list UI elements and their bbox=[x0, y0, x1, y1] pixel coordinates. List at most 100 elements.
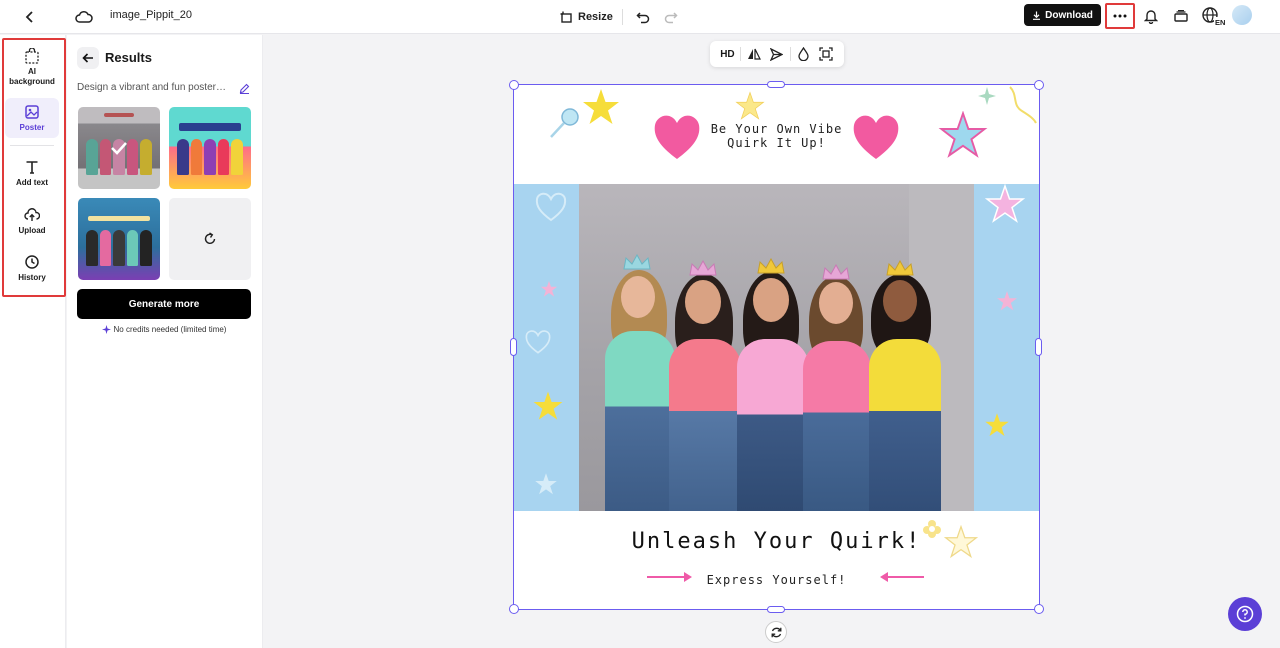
heart-outline-icon bbox=[525, 330, 551, 354]
heart-outline-icon bbox=[535, 192, 567, 222]
thumb-decoration bbox=[88, 216, 150, 221]
person-face bbox=[883, 280, 917, 322]
globe-icon: EN bbox=[1202, 7, 1227, 26]
person-body bbox=[869, 339, 941, 511]
panel-back-button[interactable] bbox=[77, 47, 99, 69]
results-panel: Results Design a vibrant and fun poster … bbox=[67, 35, 263, 648]
rail-item-label: AI background bbox=[9, 66, 55, 86]
sparkle-icon bbox=[101, 325, 111, 334]
resize-handle-top-right[interactable] bbox=[1034, 80, 1044, 90]
resize-handle-bottom-right[interactable] bbox=[1034, 604, 1044, 614]
layers-icon bbox=[1174, 10, 1188, 22]
result-thumbnail-1[interactable] bbox=[78, 107, 160, 189]
person-body bbox=[737, 339, 809, 511]
poster-footer bbox=[514, 511, 1039, 609]
star-icon bbox=[735, 91, 765, 120]
rail-item-history[interactable]: History bbox=[5, 248, 59, 288]
poster-canvas[interactable]: Be Your Own Vibe Quirk It Up! Unleash Yo… bbox=[513, 84, 1040, 610]
poster-group-photo bbox=[579, 184, 974, 511]
resize-icon bbox=[560, 11, 572, 23]
headline-line-2: Quirk It Up! bbox=[727, 136, 826, 150]
resize-handle-top-left[interactable] bbox=[509, 80, 519, 90]
squiggle-icon bbox=[1009, 86, 1037, 124]
thumb-decoration bbox=[179, 123, 241, 131]
hd-button[interactable]: HD bbox=[717, 44, 737, 64]
redo-icon bbox=[664, 12, 678, 24]
ai-background-icon bbox=[25, 47, 39, 64]
rail-item-label: History bbox=[18, 272, 46, 282]
generate-more-button[interactable]: Generate more bbox=[77, 289, 251, 319]
rail-divider bbox=[10, 145, 54, 146]
cloud-icon bbox=[75, 10, 93, 23]
star-icon bbox=[938, 111, 988, 158]
person-face bbox=[819, 282, 853, 324]
canvas-area: HD Be Your Own Vibe Quirk It Up! Unleash… bbox=[264, 35, 1280, 648]
panel-title: Results bbox=[105, 50, 152, 65]
resize-button[interactable]: Resize bbox=[556, 5, 617, 29]
bell-icon bbox=[1144, 10, 1158, 24]
poster-headline: Be Your Own Vibe Quirk It Up! bbox=[694, 122, 859, 150]
drop-icon bbox=[798, 47, 809, 61]
more-options-button[interactable] bbox=[1105, 3, 1135, 29]
star-icon bbox=[533, 391, 563, 420]
notifications-button[interactable] bbox=[1140, 5, 1162, 27]
person-body bbox=[669, 339, 741, 511]
document-title[interactable]: image_Pippit_20 bbox=[110, 9, 192, 21]
redo-button[interactable] bbox=[660, 5, 682, 29]
rail-item-upload[interactable]: Upload bbox=[5, 201, 59, 241]
person-face bbox=[753, 278, 789, 322]
help-icon bbox=[1236, 605, 1254, 623]
lollipop-icon bbox=[550, 108, 579, 138]
top-bar: image_Pippit_20 Resize Download EN bbox=[0, 0, 1280, 34]
rail-item-label: Poster bbox=[19, 122, 45, 132]
history-icon bbox=[25, 254, 39, 269]
poster-icon bbox=[25, 104, 39, 119]
arrow-left-icon bbox=[82, 53, 93, 63]
credits-note: No credits needed (limited time) bbox=[77, 325, 251, 334]
arrow-left-decoration bbox=[882, 576, 924, 578]
download-button[interactable]: Download bbox=[1024, 4, 1101, 26]
download-icon bbox=[1033, 11, 1041, 20]
resize-label: Resize bbox=[578, 11, 613, 23]
send-icon bbox=[770, 47, 784, 61]
person-face bbox=[621, 276, 655, 318]
undo-button[interactable] bbox=[632, 5, 654, 29]
crown-icon bbox=[623, 254, 651, 270]
back-button[interactable] bbox=[18, 5, 42, 29]
rail-item-label: Add text bbox=[16, 177, 48, 187]
resize-handle-bottom-left[interactable] bbox=[509, 604, 519, 614]
perspective-button[interactable] bbox=[767, 44, 787, 64]
resize-handle-right[interactable] bbox=[1035, 338, 1042, 356]
resize-handle-bottom[interactable] bbox=[767, 606, 785, 613]
cloud-save-button[interactable] bbox=[72, 5, 96, 29]
toolbar-divider bbox=[789, 47, 791, 61]
upload-icon bbox=[24, 207, 40, 221]
star-icon bbox=[985, 413, 1009, 437]
result-thumbnail-2[interactable] bbox=[169, 107, 251, 189]
edit-prompt-button[interactable] bbox=[237, 81, 251, 95]
opacity-button[interactable] bbox=[794, 44, 814, 64]
sparkle-icon bbox=[978, 87, 996, 105]
rail-item-add-text[interactable]: Add text bbox=[5, 153, 59, 193]
rail-item-ai-background[interactable]: AI background bbox=[5, 45, 59, 89]
help-button[interactable] bbox=[1228, 597, 1262, 631]
user-avatar[interactable] bbox=[1232, 5, 1252, 25]
more-horizontal-icon bbox=[1113, 14, 1127, 18]
subscription-button[interactable] bbox=[1170, 5, 1192, 27]
crop-button[interactable] bbox=[816, 44, 836, 64]
rail-item-poster[interactable]: Poster bbox=[5, 98, 59, 138]
toolbar-divider bbox=[740, 47, 742, 61]
thumb-people bbox=[86, 230, 152, 266]
toolbar-divider bbox=[622, 9, 623, 25]
rotate-button[interactable] bbox=[765, 621, 787, 643]
language-button[interactable]: EN bbox=[1201, 4, 1227, 28]
rail-item-label: Upload bbox=[18, 225, 46, 235]
crown-icon bbox=[822, 264, 850, 280]
result-thumbnail-3[interactable] bbox=[78, 198, 160, 280]
resize-handle-top[interactable] bbox=[767, 81, 785, 88]
regenerate-thumbnail[interactable] bbox=[169, 198, 251, 280]
credits-text: No credits needed (limited time) bbox=[113, 325, 227, 334]
headline-line-1: Be Your Own Vibe bbox=[710, 122, 843, 136]
flip-button[interactable] bbox=[744, 44, 764, 64]
resize-handle-left[interactable] bbox=[510, 338, 517, 356]
